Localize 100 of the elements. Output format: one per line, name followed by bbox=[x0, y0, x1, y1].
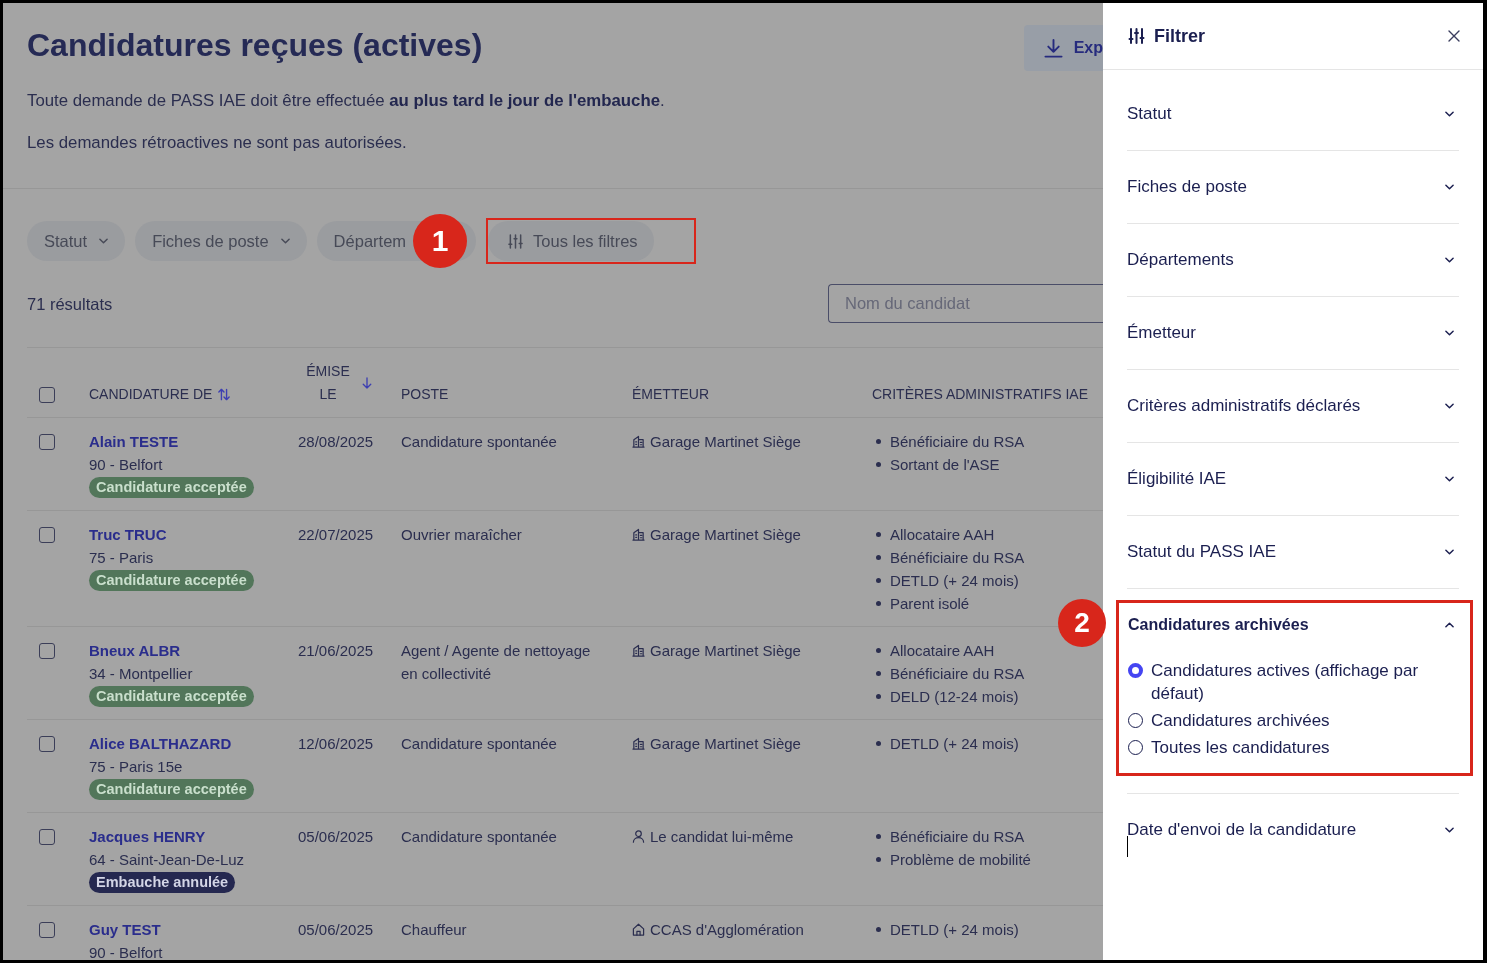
chevron-down-icon bbox=[1445, 111, 1454, 117]
criteria-item: Sortant de l'ASE bbox=[890, 455, 1000, 475]
job-title: Chauffeur bbox=[401, 920, 467, 940]
column-header: POSTE bbox=[401, 385, 449, 404]
accordion-header[interactable]: Émetteur bbox=[1127, 297, 1459, 369]
row-checkbox[interactable] bbox=[39, 828, 55, 845]
row-checkbox[interactable] bbox=[39, 526, 55, 543]
bullet-icon bbox=[876, 694, 881, 699]
date-text: 21/06/2025 bbox=[298, 641, 374, 661]
date-text: 05/06/2025 bbox=[298, 920, 374, 940]
radio-label: Candidatures actives (affichage par défaut) bbox=[1151, 660, 1420, 705]
page-title: Candidatures reçues (actives) bbox=[27, 26, 483, 64]
row-checkbox[interactable] bbox=[39, 642, 55, 659]
download-icon bbox=[1043, 38, 1063, 58]
bullet-icon bbox=[876, 532, 881, 537]
chevron-down-icon bbox=[1445, 827, 1454, 833]
all-filters-button[interactable]: Tous les filtres bbox=[488, 221, 654, 261]
bullet-icon bbox=[876, 648, 881, 653]
candidate-name-link[interactable]: Jacques HENRY bbox=[89, 825, 206, 848]
criteria-item: Parent isolé bbox=[890, 594, 970, 614]
status-badge: Embauche annulée bbox=[89, 872, 236, 893]
column-header[interactable]: CANDIDATURE DE bbox=[89, 383, 231, 406]
date-text: 12/06/2025 bbox=[298, 734, 374, 754]
criteria-item: DETLD (+ 24 mois) bbox=[890, 920, 1019, 940]
criteria-item: Bénéficiaire du RSA bbox=[890, 664, 1025, 684]
radio-label: Candidatures archivées bbox=[1151, 710, 1330, 732]
chevron-down-icon bbox=[280, 238, 290, 244]
accordion-header[interactable]: Candidatures archivées bbox=[1128, 603, 1459, 647]
row-checkbox[interactable] bbox=[39, 921, 55, 938]
candidate-name-link[interactable]: Alain TESTE bbox=[89, 430, 179, 453]
status-badge: Candidature acceptée bbox=[89, 477, 254, 498]
building-icon bbox=[632, 644, 645, 657]
candidate-name-link[interactable]: Bneux ALBR bbox=[89, 639, 181, 662]
export-button[interactable]: Exp bbox=[1023, 25, 1103, 71]
criteria-item: DETLD (+ 24 mois) bbox=[890, 571, 1019, 591]
row-checkbox[interactable] bbox=[39, 735, 55, 752]
candidate-name-link[interactable]: Guy TEST bbox=[89, 918, 161, 941]
chevron-down-icon bbox=[1445, 476, 1454, 482]
accordion-header[interactable]: Fiches de poste bbox=[1127, 151, 1459, 223]
notice-text: Les demandes rétroactives ne sont pas autorisées. bbox=[27, 132, 407, 154]
radio-label: Toutes les candidatures bbox=[1151, 737, 1330, 759]
building-icon bbox=[632, 528, 645, 541]
bullet-icon bbox=[876, 927, 881, 932]
criteria-item: Bénéficiaire du RSA bbox=[890, 548, 1025, 568]
criteria-item: Allocataire AAH bbox=[890, 641, 995, 661]
bullet-icon bbox=[876, 601, 881, 606]
date-text: 28/08/2025 bbox=[298, 432, 374, 452]
accordion-header[interactable]: Critères administratifs déclarés bbox=[1127, 370, 1459, 442]
accordion-header[interactable]: Éligibilité IAE bbox=[1127, 443, 1459, 515]
date-text: 05/06/2025 bbox=[298, 827, 374, 847]
criteria-item: Problème de mobilité bbox=[890, 850, 1031, 870]
bullet-icon bbox=[876, 834, 881, 839]
candidate-location: 90 - Belfort bbox=[89, 455, 163, 475]
notice-text: Toute demande de PASS IAE doit être effectuée au plus tard le jour de l'embauche. bbox=[27, 90, 665, 112]
chevron-down-icon bbox=[1445, 403, 1454, 409]
criteria-item: Bénéficiaire du RSA bbox=[890, 432, 1025, 452]
status-badge: Candidature acceptée bbox=[89, 570, 254, 591]
bullet-icon bbox=[876, 578, 881, 583]
chevron-down-icon bbox=[1445, 257, 1454, 263]
search-field[interactable]: Nom du candidat bbox=[828, 284, 1103, 323]
filter-chip[interactable]: Fiches de poste bbox=[135, 221, 307, 261]
step-marker: 1 bbox=[413, 214, 468, 268]
accordion-header[interactable]: Date d'envoi de la candidature bbox=[1127, 794, 1459, 866]
bullet-icon bbox=[876, 857, 881, 862]
accordion-header[interactable]: Statut bbox=[1127, 78, 1459, 150]
sender-name: Garage Martinet Siège bbox=[650, 641, 801, 661]
radio-button[interactable] bbox=[1128, 663, 1143, 678]
accordion-header[interactable]: Départements bbox=[1127, 224, 1459, 296]
job-title: Ouvrier maraîcher bbox=[401, 525, 522, 545]
job-title: Candidature spontanée bbox=[401, 734, 557, 754]
sort-icon bbox=[218, 388, 231, 401]
candidate-name-link[interactable]: Truc TRUC bbox=[89, 523, 167, 546]
filter-chip[interactable]: Statut bbox=[27, 221, 126, 261]
row-checkbox[interactable] bbox=[39, 433, 55, 450]
sort-descending-icon bbox=[362, 377, 372, 389]
status-badge: Candidature acceptée bbox=[89, 686, 254, 707]
sender-name: Le candidat lui-même bbox=[650, 827, 794, 847]
criteria-item: Allocataire AAH bbox=[890, 525, 995, 545]
bullet-icon bbox=[876, 462, 881, 467]
bullet-icon bbox=[876, 671, 881, 676]
column-header[interactable]: ÉMISE LE bbox=[298, 360, 372, 406]
job-title: Candidature spontanée bbox=[401, 827, 557, 847]
job-title: Candidature spontanée bbox=[401, 432, 557, 452]
person-icon bbox=[632, 830, 645, 843]
chevron-down-icon bbox=[1445, 330, 1454, 336]
building-icon bbox=[632, 435, 645, 448]
accordion-header[interactable]: Statut du PASS IAE bbox=[1127, 516, 1459, 588]
chevron-down-icon bbox=[1445, 549, 1454, 555]
candidate-name-link[interactable]: Alice BALTHAZARD bbox=[89, 732, 232, 755]
bullet-icon bbox=[876, 439, 881, 444]
bullet-icon bbox=[876, 741, 881, 746]
sliders-icon bbox=[508, 233, 524, 249]
chevron-up-icon bbox=[1445, 622, 1454, 628]
close-button[interactable] bbox=[1448, 30, 1460, 42]
sender-name: Garage Martinet Siège bbox=[650, 734, 801, 754]
sender-name: Garage Martinet Siège bbox=[650, 432, 801, 452]
job-title: Agent / Agente de nettoyage en collectivité bbox=[401, 641, 592, 684]
drawer-title: Filtrer bbox=[1154, 25, 1205, 48]
sender-name: Garage Martinet Siège bbox=[650, 525, 801, 545]
select-all-checkbox[interactable] bbox=[39, 386, 55, 403]
